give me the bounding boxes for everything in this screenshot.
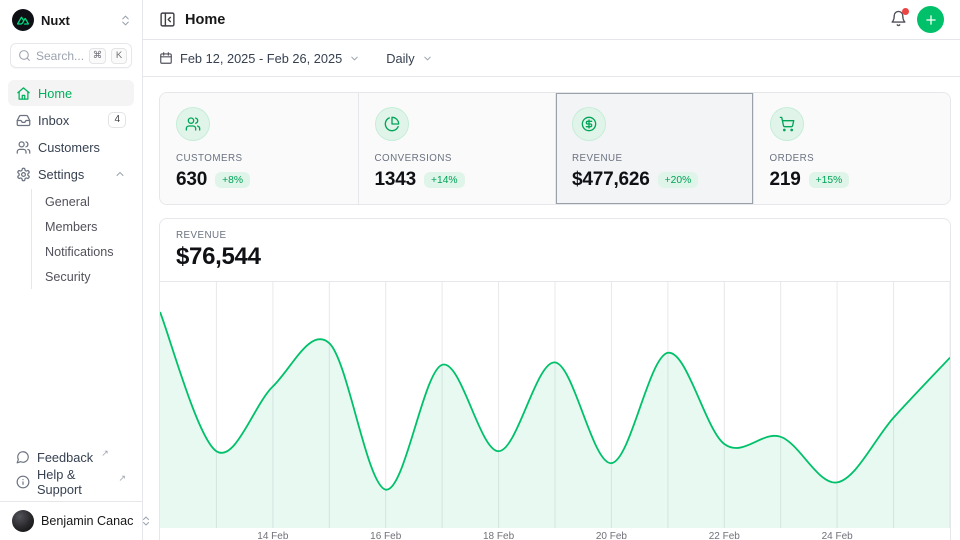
search-input[interactable]: Search... ⌘ K — [10, 43, 132, 68]
page-header: Home — [143, 0, 960, 40]
sub-item-label: Members — [45, 220, 97, 234]
collapse-sidebar-button[interactable] — [159, 11, 176, 28]
feedback-label: Feedback — [37, 450, 93, 465]
search-icon — [18, 49, 31, 62]
stat-card-customers[interactable]: CUSTOMERS 630 +8% — [160, 93, 358, 204]
stat-card-orders[interactable]: ORDERS 219 +15% — [753, 93, 951, 204]
stat-delta-badge: +15% — [809, 172, 850, 188]
chart-x-axis: 14 Feb 16 Feb 18 Feb 20 Feb 22 Feb 24 Feb — [160, 528, 950, 540]
sidebar: Nuxt Search... ⌘ K Home — [0, 0, 143, 540]
stat-value: 219 — [770, 169, 801, 191]
stat-card-revenue[interactable]: REVENUE $477,626 +20% — [555, 93, 753, 204]
user-avatar — [12, 510, 34, 532]
sub-item-label: Notifications — [45, 245, 114, 259]
add-button[interactable] — [917, 6, 944, 33]
chart-header: REVENUE $76,544 — [160, 219, 950, 282]
stat-delta-badge: +14% — [424, 172, 465, 188]
dashboard-content: CUSTOMERS 630 +8% CONVERSIONS 1343 +14% — [143, 77, 960, 540]
inbox-icon — [16, 113, 31, 128]
sidebar-user-section: Benjamin Canac — [0, 501, 142, 540]
period-select[interactable]: Daily — [386, 51, 432, 66]
gear-icon — [16, 167, 31, 182]
plus-icon — [924, 13, 938, 27]
chevron-down-icon — [349, 53, 360, 64]
stat-value: 630 — [176, 169, 207, 191]
sidebar-item-inbox[interactable]: Inbox 4 — [8, 107, 134, 133]
stats-grid: CUSTOMERS 630 +8% CONVERSIONS 1343 +14% — [159, 92, 951, 205]
stat-label: ORDERS — [770, 153, 935, 164]
settings-sub-list: General Members Notifications Security — [31, 189, 134, 289]
stat-label: REVENUE — [572, 153, 737, 164]
stat-card-conversions[interactable]: CONVERSIONS 1343 +14% — [358, 93, 556, 204]
sidebar-footer-links: Feedback ↗ Help & Support ↗ — [0, 441, 142, 501]
workspace-switcher[interactable]: Nuxt — [0, 0, 142, 39]
sidebar-item-home[interactable]: Home — [8, 80, 134, 106]
x-tick-label: 20 Feb — [596, 531, 627, 540]
x-tick-label: 22 Feb — [709, 531, 740, 540]
stat-delta-badge: +20% — [658, 172, 699, 188]
home-icon — [16, 86, 31, 101]
calendar-icon — [159, 51, 173, 65]
pie-chart-icon — [375, 107, 409, 141]
sidebar-item-label: Inbox — [38, 113, 69, 128]
x-tick-label: 16 Feb — [370, 531, 401, 540]
user-name: Benjamin Canac — [41, 514, 133, 528]
date-range-value: Feb 12, 2025 - Feb 26, 2025 — [180, 51, 342, 66]
date-range-picker[interactable]: Feb 12, 2025 - Feb 26, 2025 — [159, 51, 360, 66]
workspace-name: Nuxt — [41, 13, 112, 28]
main-panel: Home Feb 12, 2025 - Feb 26, 2025 — [143, 0, 960, 540]
sidebar-item-security[interactable]: Security — [32, 264, 134, 289]
user-menu-button[interactable]: Benjamin Canac — [8, 507, 134, 535]
notification-dot — [902, 8, 909, 15]
sidebar-item-label: Settings — [38, 167, 84, 182]
chevrons-up-down-icon — [119, 14, 132, 27]
sidebar-item-general[interactable]: General — [32, 189, 134, 214]
chart-metric-label: REVENUE — [176, 230, 934, 241]
chart-plot-area[interactable] — [160, 282, 950, 528]
stat-value: 1343 — [375, 169, 416, 191]
cart-icon — [770, 107, 804, 141]
external-link-icon: ↗ — [118, 473, 126, 484]
page-title: Home — [185, 12, 225, 28]
stat-value: $477,626 — [572, 169, 650, 191]
x-tick-label: 24 Feb — [822, 531, 853, 540]
nuxt-logo-icon — [12, 9, 34, 31]
notifications-button[interactable] — [890, 10, 907, 30]
chevron-down-icon — [422, 53, 433, 64]
chat-bubble-icon — [16, 450, 30, 464]
period-value: Daily — [386, 51, 414, 66]
sidebar-nav: Home Inbox 4 Customers Setting — [8, 80, 134, 291]
users-icon — [176, 107, 210, 141]
sidebar-item-members[interactable]: Members — [32, 214, 134, 239]
x-tick-label: 18 Feb — [483, 531, 514, 540]
sub-item-label: Security — [45, 270, 91, 284]
dollar-circle-icon — [572, 107, 606, 141]
sidebar-item-settings[interactable]: Settings — [8, 161, 134, 187]
stat-delta-badge: +8% — [215, 172, 250, 188]
kbd-k: K — [111, 48, 127, 64]
search-placeholder: Search... — [36, 49, 84, 63]
sidebar-item-label: Customers — [38, 140, 100, 155]
revenue-area-chart — [160, 282, 950, 528]
help-support-label: Help & Support — [37, 467, 110, 497]
users-icon — [16, 140, 31, 155]
kbd-meta: ⌘ — [89, 48, 106, 64]
sidebar-item-notifications[interactable]: Notifications — [32, 239, 134, 264]
revenue-chart-card: REVENUE $76,544 14 Feb 16 Feb 18 Feb 20 Feb… — [159, 218, 951, 540]
sidebar-item-customers[interactable]: Customers — [8, 134, 134, 160]
sidebar-item-label: Home — [38, 86, 72, 101]
info-circle-icon — [16, 475, 30, 489]
feedback-link[interactable]: Feedback ↗ — [8, 445, 134, 469]
inbox-count-badge: 4 — [108, 112, 126, 128]
chevron-up-icon — [114, 168, 126, 180]
external-link-icon: ↗ — [101, 448, 109, 459]
sub-item-label: General — [45, 195, 90, 209]
help-support-link[interactable]: Help & Support ↗ — [8, 470, 134, 494]
stat-label: CONVERSIONS — [375, 153, 540, 164]
x-tick-label: 14 Feb — [257, 531, 288, 540]
filters-toolbar: Feb 12, 2025 - Feb 26, 2025 Daily — [143, 40, 960, 77]
app-window: Nuxt Search... ⌘ K Home — [0, 0, 960, 540]
chart-metric-value: $76,544 — [176, 243, 934, 271]
stat-label: CUSTOMERS — [176, 153, 342, 164]
